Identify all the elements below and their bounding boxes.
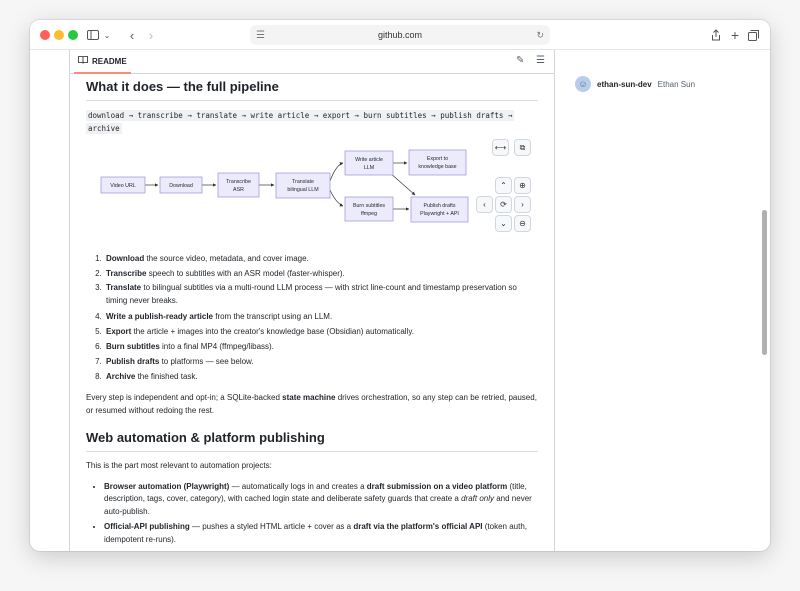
page-scrollbar[interactable]: [762, 210, 767, 355]
expand-diagram-button[interactable]: ⟷: [492, 139, 509, 156]
pipeline-diagram-svg: Video URL Download Transcribe ASR Transl…: [100, 149, 469, 223]
address-bar[interactable]: ☰ github.com ↻: [250, 25, 550, 45]
readme-header: README ✎ ☰: [70, 50, 554, 74]
reload-icon[interactable]: ↻: [536, 30, 544, 41]
tab-overview-icon[interactable]: [747, 26, 759, 44]
node-download: Download: [169, 183, 193, 189]
outline-list-icon[interactable]: ☰: [536, 55, 545, 66]
copy-diagram-button[interactable]: ⧉: [514, 139, 531, 156]
node-transcribe-line1: Transcribe: [226, 179, 251, 185]
pan-left-button[interactable]: ‹: [476, 196, 493, 213]
list-item: Export the article + images into the cre…: [104, 324, 538, 339]
pan-right-button[interactable]: ›: [514, 196, 531, 213]
close-window-button[interactable]: [40, 30, 50, 40]
edge-write-publish: [388, 171, 416, 196]
automation-bullets: Browser automation (Playwright) — automa…: [104, 481, 538, 547]
zoom-out-button[interactable]: ⊖: [514, 215, 531, 232]
new-tab-icon[interactable]: +: [729, 26, 741, 44]
node-publish-box: [410, 196, 469, 223]
node-export-line2: knowledge base: [418, 164, 456, 170]
list-item: Official-API publishing — pushes a style…: [104, 521, 538, 546]
node-publish-line2: Playwright + API: [420, 211, 459, 217]
pipeline-code-line-2: archive: [86, 123, 122, 134]
node-write-line2: LLM: [364, 165, 374, 171]
pan-down-button[interactable]: ⌄: [495, 215, 512, 232]
pan-up-button[interactable]: ⌃: [495, 177, 512, 194]
node-transcribe-line2: ASR: [233, 187, 244, 193]
readme-panel: README ✎ ☰ What it does — the full pipel…: [69, 50, 555, 551]
forward-icon[interactable]: ›: [145, 26, 157, 44]
list-item: Browser automation (Playwright) — automa…: [104, 481, 538, 519]
share-icon[interactable]: [710, 26, 722, 44]
pipeline-heading: What it does — the full pipeline: [86, 78, 538, 101]
list-item: Download the source video, metadata, and…: [104, 251, 538, 266]
page-settings-icon[interactable]: ☰: [256, 30, 265, 41]
browser-toolbar: ⌄ ‹ › ☰ github.com ↻ +: [30, 20, 770, 50]
node-transcribe-box: [217, 172, 260, 198]
list-item: Write a publish-ready article from the t…: [104, 309, 538, 324]
node-video-url: Video URL: [110, 183, 136, 189]
edge-translate-write: [329, 162, 344, 182]
zoom-window-button[interactable]: [68, 30, 78, 40]
node-burn-line1: Burn subtitles: [353, 203, 385, 209]
list-item: Translate to bilingual subtitles via a m…: [104, 281, 538, 309]
node-write-box: [344, 150, 394, 176]
back-icon[interactable]: ‹: [126, 26, 138, 44]
node-export-line1: Export to: [427, 156, 448, 162]
readme-tab[interactable]: README: [74, 50, 131, 74]
edge-translate-burn: [329, 189, 344, 207]
pipeline-diagram: Video URL Download Transcribe ASR Transl…: [86, 139, 538, 247]
node-publish-line1: Publish drafts: [423, 203, 455, 209]
reset-view-button[interactable]: ⟳: [495, 196, 512, 213]
readme-tab-label: README: [92, 56, 127, 66]
node-translate-line1: Translate: [292, 179, 314, 185]
contributor-display-name: Ethan Sun: [657, 79, 696, 89]
sidebar-toggle-icon[interactable]: [86, 26, 100, 44]
url-text: github.com: [377, 30, 423, 40]
page-content: README ✎ ☰ What it does — the full pipel…: [30, 50, 770, 551]
list-item: Publish drafts to platforms — see below.: [104, 354, 538, 369]
zoom-in-button[interactable]: ⊕: [514, 177, 531, 194]
list-item: Archive the finished task.: [104, 369, 538, 384]
minimize-window-button[interactable]: [54, 30, 64, 40]
automation-intro: This is the part most relevant to automa…: [86, 461, 272, 470]
avatar: ☺: [575, 76, 591, 92]
node-translate-box: [275, 172, 331, 199]
node-burn-line2: ffmpeg: [361, 211, 377, 217]
node-translate-line2: bilingual LLM: [287, 187, 318, 193]
markdown-body: What it does — the full pipeline downloa…: [86, 78, 538, 549]
automation-heading: Web automation & platform publishing: [86, 429, 538, 452]
browser-window: ⌄ ‹ › ☰ github.com ↻ + README ✎ ☰ What i…: [30, 20, 770, 551]
edit-pencil-icon[interactable]: ✎: [516, 55, 524, 66]
book-icon: [78, 56, 88, 66]
list-item: Burn subtitles into a final MP4 (ffmpeg/…: [104, 339, 538, 354]
contributor-entry[interactable]: ☺ ethan-sun-dev Ethan Sun: [575, 76, 695, 92]
state-machine-paragraph: Every step is independent and opt-in; a …: [86, 393, 537, 415]
node-burn-box: [344, 196, 394, 222]
pipeline-steps-list: Download the source video, metadata, and…: [104, 251, 538, 384]
contributor-username[interactable]: ethan-sun-dev: [597, 80, 652, 89]
node-write-line1: Write article: [355, 157, 383, 163]
pipeline-code-line-1: download → transcribe → translate → writ…: [86, 110, 515, 121]
node-export-box: [408, 149, 467, 176]
list-item: Transcribe speech to subtitles with an A…: [104, 266, 538, 281]
chevron-down-icon[interactable]: ⌄: [102, 26, 112, 44]
